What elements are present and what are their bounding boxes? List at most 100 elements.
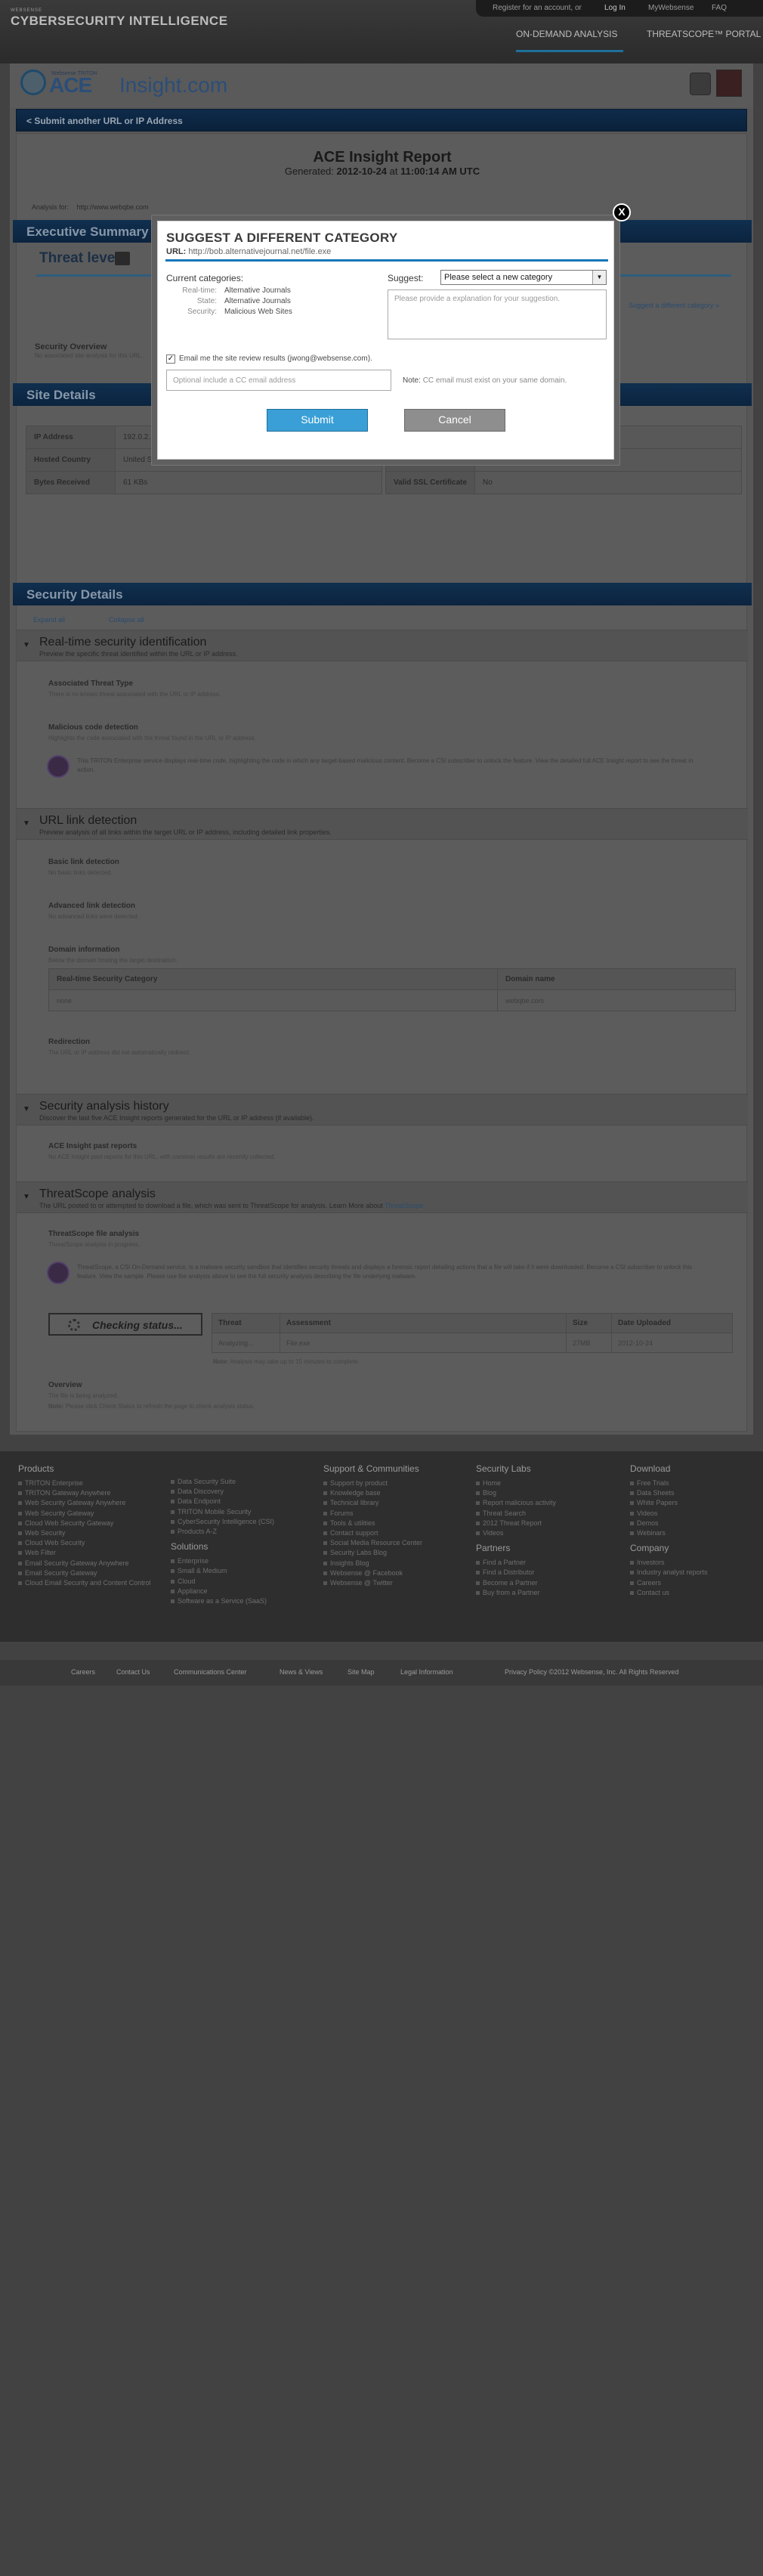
login-link[interactable]: Log In [604, 4, 626, 12]
footer-link[interactable]: Report malicious activity [476, 1498, 556, 1508]
footer-link[interactable]: Cloud Web Security Gateway [18, 1519, 154, 1528]
nav-on-demand-analysis[interactable]: ON-DEMAND ANALYSIS [516, 29, 617, 39]
bottom-link[interactable]: Legal Information [400, 1668, 453, 1676]
footer-link[interactable]: TRITON Mobile Security [171, 1507, 274, 1517]
footer-col-title: Download [630, 1463, 671, 1474]
category-select[interactable]: Please select a new category ▼ [440, 270, 607, 285]
table-row: none webqbe.com [48, 989, 737, 1011]
check-status-button[interactable]: Checking status... [48, 1313, 202, 1336]
logo-insight[interactable]: Insight.com [119, 73, 227, 98]
footer-link[interactable]: Technical library [323, 1498, 422, 1508]
threatscope-learn-link[interactable]: ThreatScope [385, 1202, 424, 1209]
pdf-icon[interactable] [716, 70, 742, 97]
mywebsense-link[interactable]: MyWebsense [648, 4, 693, 12]
logo-ace[interactable]: ACE [49, 73, 92, 98]
footer-link[interactable]: Videos [630, 1509, 708, 1519]
chevron-down-icon[interactable]: ▼ [592, 271, 606, 284]
footer-link[interactable]: CyberSecurity Intelligence (CSI) [171, 1517, 274, 1527]
group-title: Security analysis history [39, 1100, 169, 1113]
footer-col-title: Company [630, 1543, 669, 1554]
footer-link[interactable]: Contact us [630, 1588, 708, 1598]
footer-link[interactable]: Knowledge base [323, 1488, 422, 1498]
footer-link[interactable]: Demos [630, 1519, 708, 1528]
footer-link[interactable]: Web Security [18, 1528, 154, 1538]
footer-link[interactable]: Small & Medium [171, 1566, 274, 1576]
footer: Products TRITON Enterprise TRITON Gatewa… [0, 1451, 763, 1642]
explanation-textarea[interactable]: Please provide a explanation for your su… [388, 289, 607, 339]
footer-link[interactable]: Tools & utilities [323, 1519, 422, 1528]
suggest-category-link[interactable]: Suggest a different category » [629, 302, 719, 309]
group-security-history[interactable]: ▼ Security analysis history Discover the… [17, 1094, 748, 1125]
footer-link[interactable]: Data Discovery [171, 1487, 274, 1497]
expand-all-link[interactable]: Expand all [33, 616, 65, 624]
column-header: Date Uploaded [611, 1313, 733, 1333]
footer-link[interactable]: Appliance [171, 1587, 274, 1596]
bottom-link[interactable]: Careers [71, 1668, 95, 1676]
bottom-link[interactable]: Communications Center [174, 1668, 247, 1676]
footer-link[interactable]: Web Security Gateway [18, 1509, 154, 1519]
footer-link[interactable]: Data Sheets [630, 1488, 708, 1498]
footer-link[interactable]: Videos [476, 1528, 556, 1538]
modal-url-value: http://bob.alternativejournal.net/file.e… [188, 247, 332, 256]
footer-link[interactable]: Software as a Service (SaaS) [171, 1596, 274, 1606]
cancel-button[interactable]: Cancel [404, 409, 505, 432]
footer-link[interactable]: Email Security Gateway [18, 1568, 154, 1578]
faq-link[interactable]: FAQ [712, 4, 727, 12]
footer-link[interactable]: Websense @ Facebook [323, 1568, 422, 1578]
email-results-checkbox[interactable]: ✓ [166, 355, 175, 364]
footer-link[interactable]: Websense @ Twitter [323, 1578, 422, 1588]
footer-link[interactable]: White Papers [630, 1498, 708, 1508]
footer-link[interactable]: Data Security Suite [171, 1477, 274, 1487]
footer-link[interactable]: Forums [323, 1509, 422, 1519]
ace-logo-icon [20, 70, 46, 95]
brand-title[interactable]: CYBERSECURITY INTELLIGENCE [11, 14, 228, 29]
footer-link[interactable]: Enterprise [171, 1556, 274, 1566]
footer-link[interactable]: Data Endpoint [171, 1497, 274, 1506]
footer-link[interactable]: Support by product [323, 1478, 422, 1488]
footer-link[interactable]: Blog [476, 1488, 556, 1498]
lock-feature-text: This TRITON Enterprise service displays … [77, 757, 693, 773]
footer-link[interactable]: Cloud Web Security [18, 1538, 154, 1548]
group-url-link-detection[interactable]: ▼ URL link detection Preview analysis of… [17, 808, 748, 840]
footer-link[interactable]: 2012 Threat Report [476, 1519, 556, 1528]
close-icon[interactable]: X [613, 203, 631, 221]
footer-link[interactable]: Find a Partner [476, 1558, 556, 1568]
footer-link[interactable]: Free Trials [630, 1478, 708, 1488]
bottom-link[interactable]: News & Views [280, 1668, 323, 1676]
footer-link[interactable]: Cloud [171, 1577, 274, 1587]
footer-link[interactable]: Email Security Gateway Anywhere [18, 1559, 154, 1568]
footer-link[interactable]: Web Filter [18, 1548, 154, 1558]
footer-link[interactable]: Contact support [323, 1528, 422, 1538]
footer-link[interactable]: TRITON Enterprise [18, 1478, 154, 1488]
group-subtitle: Preview the specific threat identified w… [39, 650, 238, 658]
submit-button[interactable]: Submit [267, 409, 368, 432]
footer-link[interactable]: Threat Search [476, 1509, 556, 1519]
footer-link[interactable]: Webinars [630, 1528, 708, 1538]
current-categories-label: Current categories: [166, 273, 244, 283]
footer-link[interactable]: Home [476, 1478, 556, 1488]
cc-note-text: CC email must exist on your same domain. [422, 376, 567, 385]
print-icon[interactable] [690, 73, 711, 95]
footer-link[interactable]: Industry analyst reports [630, 1568, 708, 1577]
cc-email-input[interactable]: Optional include a CC email address [166, 370, 391, 391]
footer-link[interactable]: Security Labs Blog [323, 1548, 422, 1558]
group-threatscope[interactable]: ▼ ThreatScope analysis The URL posted to… [17, 1181, 748, 1213]
bottom-link[interactable]: Contact Us [116, 1668, 150, 1676]
submit-another-url-link[interactable]: < Submit another URL or IP Address [16, 109, 747, 132]
collapse-all-link[interactable]: Collapse all [109, 616, 144, 624]
footer-link[interactable]: Investors [630, 1558, 708, 1568]
footer-link[interactable]: Products A-Z [171, 1527, 274, 1537]
group-subtitle: Preview analysis of all links within the… [39, 828, 332, 836]
footer-link[interactable]: Buy from a Partner [476, 1588, 556, 1598]
footer-link[interactable]: TRITON Gateway Anywhere [18, 1488, 154, 1498]
nav-threatscope-portal[interactable]: THREATSCOPE™ PORTAL [647, 29, 761, 39]
footer-link[interactable]: Web Security Gateway Anywhere [18, 1498, 154, 1508]
bottom-link[interactable]: Site Map [348, 1668, 375, 1676]
footer-link[interactable]: Insights Blog [323, 1559, 422, 1568]
footer-link[interactable]: Find a Distributor [476, 1568, 556, 1577]
footer-link[interactable]: Careers [630, 1578, 708, 1588]
group-realtime-security[interactable]: ▼ Real-time security identification Prev… [17, 630, 748, 661]
footer-link[interactable]: Social Media Resource Center [323, 1538, 422, 1548]
footer-link[interactable]: Cloud Email Security and Content Control [18, 1578, 154, 1588]
footer-link[interactable]: Become a Partner [476, 1578, 556, 1588]
